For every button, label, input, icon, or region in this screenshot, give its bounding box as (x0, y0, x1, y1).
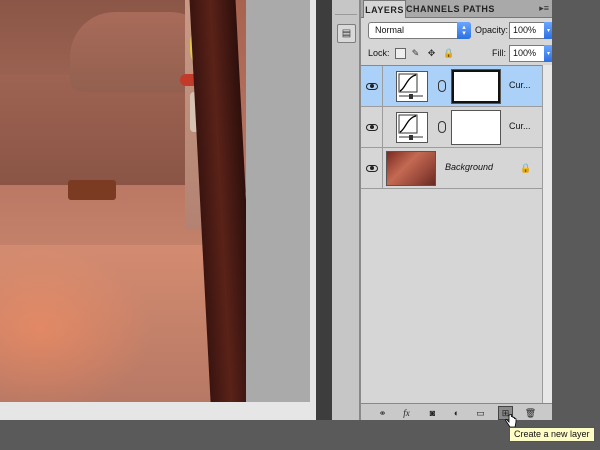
visibility-eye-icon[interactable] (361, 148, 383, 188)
fx-icon[interactable]: fx (399, 406, 414, 420)
lock-position-move-icon[interactable]: ✥ (426, 48, 437, 59)
panel-menu-icon[interactable]: ▸≡ (539, 3, 549, 14)
opacity-label: Opacity: (475, 25, 509, 35)
visibility-eye-icon[interactable] (361, 107, 383, 147)
blend-mode-select[interactable]: Normal ▴ ▾ (368, 22, 471, 39)
curves-thumbnail-icon[interactable] (396, 71, 428, 102)
lock-icon: 🔒 (520, 163, 532, 173)
fill-label: Fill: (492, 48, 506, 58)
blend-mode-value: Normal (375, 25, 405, 35)
link-chain-icon[interactable] (438, 121, 446, 133)
layer-name[interactable]: Cur... (509, 121, 531, 131)
layer-mask-thumbnail[interactable] (451, 69, 501, 104)
canvas-horizontal-scrollbar[interactable] (0, 402, 315, 420)
couch-foot (68, 180, 116, 200)
curves-thumbnail-icon[interactable] (396, 112, 428, 143)
lock-label: Lock: (368, 48, 390, 58)
tab-layers[interactable]: LAYERS (363, 0, 406, 18)
lock-all-icon[interactable]: 🔒 (443, 48, 454, 59)
lock-paint-brush-icon[interactable]: ✎ (410, 48, 421, 59)
history-icon: ▤ (341, 28, 352, 39)
layers-list: Cur... Cur... Background 🔒 (361, 65, 542, 405)
panel-dock: ▤ (332, 0, 360, 420)
add-mask-icon[interactable]: ◙ (425, 406, 440, 420)
layer-name[interactable]: Cur... (509, 80, 531, 90)
history-panel-button[interactable]: ▤ (337, 24, 356, 43)
tab-channels[interactable]: CHANNELS (406, 0, 460, 18)
layer-mask-thumbnail[interactable] (451, 110, 501, 145)
blend-options-row: Normal ▴ ▾ Opacity: 100% ▾ (361, 20, 553, 42)
dock-separator (335, 14, 357, 15)
layer-row-curves-1[interactable]: Cur... (361, 66, 542, 107)
tab-paths[interactable]: PATHS (461, 0, 497, 18)
adjustment-layer-icon[interactable]: ◐ (449, 406, 464, 420)
link-layers-icon[interactable]: ⚭ (375, 406, 390, 420)
layer-row-background[interactable]: Background 🔒 (361, 148, 542, 189)
layers-panel: LAYERS CHANNELS PATHS ▸≡ Normal ▴ ▾ Opaci… (360, 0, 553, 422)
link-chain-icon[interactable] (438, 80, 446, 92)
fill-field[interactable]: 100% (509, 45, 547, 62)
layer-row-curves-2[interactable]: Cur... (361, 107, 542, 148)
tooltip: Create a new layer (509, 427, 595, 442)
workspace-background (552, 0, 600, 420)
panel-tabs: LAYERS CHANNELS PATHS ▸≡ (361, 0, 553, 18)
trash-icon[interactable]: 🗑 (523, 406, 538, 420)
lock-fill-row: Lock: ✎ ✥ 🔒 Fill: 100% ▾ (361, 43, 553, 65)
group-folder-icon[interactable]: ▭ (473, 406, 488, 420)
opacity-field[interactable]: 100% (509, 22, 547, 39)
photo-image (0, 0, 246, 402)
chevron-updown-icon: ▴ ▾ (457, 22, 471, 39)
workspace-divider (316, 0, 332, 420)
visibility-eye-icon[interactable] (361, 66, 383, 106)
layer-name[interactable]: Background (445, 162, 493, 172)
lock-transparency-icon[interactable] (395, 48, 406, 59)
background-thumbnail[interactable] (386, 151, 436, 186)
document-canvas[interactable] (0, 0, 316, 420)
